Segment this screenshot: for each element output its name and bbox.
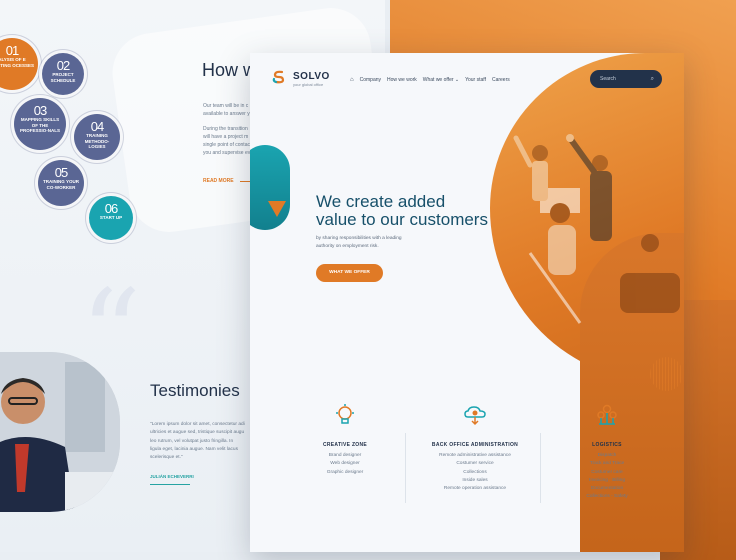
service-creative-zone: CREATIVE ZONE Brand designer Web designe… (285, 403, 405, 477)
service-list: Dispatch Track and Trace Costumer care I… (547, 452, 667, 502)
service-item: Costumer service (456, 461, 494, 467)
testimony-line: leo rutrum, vel volutpat justo fringilla… (150, 438, 234, 444)
service-title: LOGISTICS (592, 442, 622, 448)
search-placeholder: Search (600, 76, 616, 82)
service-item: Documentation (590, 486, 624, 492)
testimonies-title: Testimonies (150, 381, 240, 400)
step-label: TRAINING METHODO-LOGIES (84, 133, 110, 149)
testimony-line: ultricies et augue sed, tristique suscip… (150, 430, 245, 436)
step-number: 04 (90, 119, 104, 134)
testimony-line: ligula eget, lacinia augue. Nam velit la… (150, 446, 238, 452)
idea-icon (336, 404, 354, 424)
author-underline (150, 484, 190, 485)
step-06[interactable]: 06 START UP (89, 196, 133, 240)
orange-decorative-triangle (268, 201, 286, 217)
step-number: 01 (5, 43, 19, 58)
step-03[interactable]: 03 MAPPING SKILLS OF THE PROFESSIO-NALS (14, 98, 66, 150)
hero-subtitle: by sharing responsibilities with a leadi… (316, 235, 416, 251)
service-list: Remote administrative assistance Costume… (415, 452, 535, 493)
service-item: Collections - Safety (586, 494, 628, 500)
step-05[interactable]: 05 TRAINING YOUR CO-WORKER (38, 160, 84, 206)
step-number: 06 (104, 201, 118, 216)
search-icon[interactable]: ⌕ (651, 70, 654, 88)
nav-company[interactable]: Company (360, 77, 381, 83)
search-input[interactable]: Search ⌕ (590, 70, 662, 88)
main-navigation: ⌂ Company How we work What we offer ⌄ Yo… (350, 77, 510, 83)
step-04[interactable]: 04 TRAINING METHODO-LOGIES (74, 114, 120, 160)
service-title: BACK OFFICE ADMINISTRATION (431, 442, 519, 448)
brand-tagline: your global office (293, 82, 324, 87)
striped-decorative-circle (650, 357, 683, 391)
service-item: Brand designer (328, 453, 362, 458)
service-divider (540, 433, 541, 503)
service-item: Graphic designer (326, 469, 364, 475)
service-item: Web designer (330, 461, 360, 467)
testimony-photo (0, 352, 120, 512)
service-item: Inside sales (462, 477, 488, 483)
nav-careers[interactable]: Careers (492, 77, 510, 83)
how-we-work-title: How w (202, 60, 257, 80)
solvo-logo-icon[interactable] (272, 70, 286, 84)
service-title: CREATIVE ZONE (322, 442, 368, 448)
hero-title-line: value to our customers (316, 209, 488, 229)
service-item: Track and Trace (589, 461, 625, 467)
step-number: 03 (33, 103, 47, 118)
testimony-text: "Lorem ipsum dolor sit amet, consectetur… (150, 421, 250, 462)
step-label: START UP (99, 215, 123, 220)
what-we-offer-button[interactable]: WHAT WE OFFER (316, 264, 383, 282)
hero-subtitle-line: by sharing responsibilities with a leadi… (316, 236, 402, 241)
testimony-line: scelerisque et." (150, 455, 183, 461)
service-item: Remote operation assistance (443, 486, 507, 492)
testimony-line: "Lorem ipsum dolor sit amet, consectetur… (150, 422, 245, 427)
team-photo (513, 134, 680, 324)
cloud-support-icon (464, 406, 486, 426)
step-number: 02 (56, 58, 70, 73)
step-02[interactable]: 02 PROJECT SCHEDULE (42, 53, 84, 95)
service-back-office: BACK OFFICE ADMINISTRATION Remote admini… (415, 403, 535, 493)
step-label: MAPPING SKILLS OF THE PROFESSIO-NALS (19, 117, 60, 133)
service-item: Collections (463, 469, 487, 475)
teal-decorative-shape (250, 145, 290, 230)
service-item: Costumer care (591, 469, 623, 475)
read-more-link[interactable]: READ MORE (203, 178, 234, 184)
hero-title: We create added value to our customers (316, 193, 516, 228)
service-divider (405, 433, 406, 503)
step-label: ALYSIS OF E EXISTING OCESSES (0, 57, 35, 68)
service-logistics: LOGISTICS Dispatch Track and Trace Costu… (547, 403, 667, 502)
testimony-author: JULIÁN ECHEVERRI (150, 474, 194, 479)
hero-subtitle-line: authority on employment risk. (316, 244, 379, 249)
service-item: Invoicing - Billing (589, 477, 625, 483)
step-label: TRAINING YOUR CO-WORKER (43, 179, 79, 190)
step-label: PROJECT SCHEDULE (50, 72, 76, 83)
solvo-homepage: SOLVO your global office ⌂ Company How w… (250, 53, 684, 552)
nav-how-we-work[interactable]: How we work (387, 77, 417, 83)
logistics-icon (597, 404, 617, 425)
service-item: Remote administrative assistance (439, 453, 511, 458)
nav-what-we-offer[interactable]: What we offer ⌄ (423, 77, 459, 83)
service-item: Dispatch (597, 453, 617, 458)
nav-your-staff[interactable]: Your staff (465, 77, 486, 83)
home-icon[interactable]: ⌂ (350, 77, 354, 83)
service-list: Brand designer Web designer Graphic desi… (285, 452, 405, 477)
brand-name[interactable]: SOLVO (293, 71, 330, 82)
hero-title-line: We create added (316, 192, 446, 211)
step-number: 05 (54, 165, 68, 180)
